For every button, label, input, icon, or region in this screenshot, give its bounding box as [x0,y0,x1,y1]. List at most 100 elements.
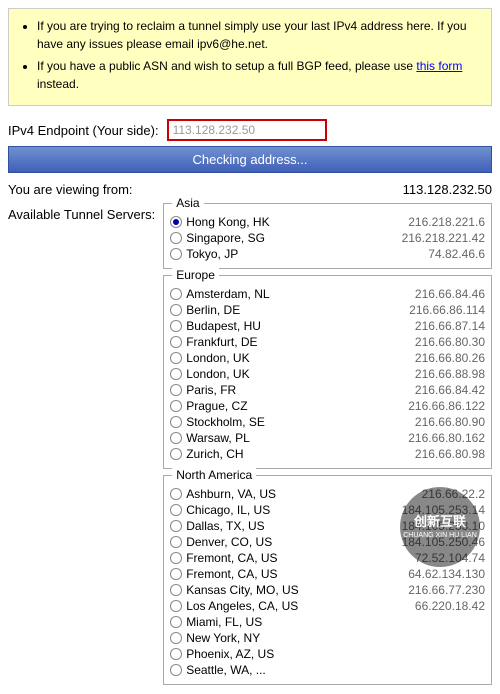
radio-button[interactable] [170,584,182,596]
server-row[interactable]: Frankfurt, DE 216.66.80.30 [170,334,485,350]
radio-button[interactable] [170,400,182,412]
radio-button[interactable] [170,248,182,260]
server-ip: 216.66.77.230 [408,583,485,597]
server-name: Seattle, WA, ... [186,663,266,677]
endpoint-row: IPv4 Endpoint (Your side): [0,114,500,146]
region-box-europe: EuropeAmsterdam, NL216.66.84.46Berlin, D… [163,275,492,469]
server-row[interactable]: Hong Kong, HK 216.218.221.6 [170,214,485,230]
server-row[interactable]: Zurich, CH 216.66.80.98 [170,446,485,462]
info-line-1: If you are trying to reclaim a tunnel si… [37,17,481,53]
endpoint-label: IPv4 Endpoint (Your side): [8,123,159,138]
radio-button[interactable] [170,232,182,244]
server-row[interactable]: Miami, FL, US [170,614,485,630]
radio-button[interactable] [170,648,182,660]
check-button[interactable]: Checking address... [8,146,492,173]
this-form-link[interactable]: this form [416,59,462,73]
server-name: Kansas City, MO, US [186,583,298,597]
server-ip: 216.66.80.90 [415,415,485,429]
server-ip: 216.218.221.42 [402,231,485,245]
radio-button[interactable] [170,448,182,460]
server-name: Fremont, CA, US [186,551,277,565]
server-row[interactable]: Los Angeles, CA, US66.220.18.42 [170,598,485,614]
info-box: If you are trying to reclaim a tunnel si… [8,8,492,106]
radio-button[interactable] [170,416,182,428]
server-row[interactable]: Amsterdam, NL 216.66.84.46 [170,286,485,302]
server-ip: 216.66.80.30 [415,335,485,349]
server-row[interactable]: Kansas City, MO, US 216.66.77.230 [170,582,485,598]
server-name: Singapore, SG [186,231,265,245]
servers-container: AsiaHong Kong, HK216.218.221.6Singapore,… [163,203,492,691]
radio-button[interactable] [170,536,182,548]
server-row[interactable]: Budapest, HU 216.66.87.14 [170,318,485,334]
server-name: Stockholm, SE [186,415,265,429]
server-row[interactable]: Seattle, WA, ... [170,662,485,678]
radio-button[interactable] [170,552,182,564]
region-title: Asia [172,196,203,210]
server-row[interactable]: Paris, FR 216.66.84.42 [170,382,485,398]
server-ip: 216.66.87.14 [415,319,485,333]
server-row[interactable]: London, UK 216.66.88.98 [170,366,485,382]
server-ip: 216.66.86.114 [409,303,485,317]
server-row[interactable]: Warsaw, PL 216.66.80.162 [170,430,485,446]
server-row[interactable]: Singapore, SG 216.218.221.42 [170,230,485,246]
server-name: Warsaw, PL [186,431,250,445]
server-name: Budapest, HU [186,319,261,333]
radio-button[interactable] [170,336,182,348]
server-row[interactable]: London, UK 216.66.80.26 [170,350,485,366]
server-name: Phoenix, AZ, US [186,647,274,661]
viewing-label: You are viewing from: [8,182,133,197]
info-line-2: If you have a public ASN and wish to set… [37,57,481,93]
radio-button[interactable] [170,632,182,644]
server-ip: 216.218.221.6 [408,215,485,229]
server-name: Hong Kong, HK [186,215,269,229]
radio-button[interactable] [170,304,182,316]
radio-button[interactable] [170,488,182,500]
server-ip: 216.66.88.98 [415,367,485,381]
server-name: Amsterdam, NL [186,287,269,301]
radio-button[interactable] [170,600,182,612]
radio-button[interactable] [170,520,182,532]
server-ip: 216.66.80.162 [408,431,485,445]
server-name: Prague, CZ [186,399,247,413]
server-row[interactable]: Tokyo, JP74.82.46.6 [170,246,485,262]
server-ip: 64.62.134.130 [408,567,485,581]
radio-button[interactable] [170,352,182,364]
endpoint-input[interactable] [167,119,327,141]
watermark: 创新互联 CHUANG XIN HU LIAN [400,487,480,567]
server-row[interactable]: Berlin, DE216.66.86.114 [170,302,485,318]
radio-button[interactable] [170,288,182,300]
radio-button[interactable] [170,568,182,580]
server-name: Los Angeles, CA, US [186,599,298,613]
server-name: Paris, FR [186,383,236,397]
server-name: Ashburn, VA, US [186,487,276,501]
radio-button[interactable] [170,432,182,444]
server-name: Chicago, IL, US [186,503,270,517]
radio-button[interactable] [170,216,182,228]
server-name: Miami, FL, US [186,615,262,629]
radio-button[interactable] [170,368,182,380]
server-ip: 216.66.80.98 [415,447,485,461]
server-ip: 216.66.84.46 [415,287,485,301]
radio-button[interactable] [170,320,182,332]
available-label: Available Tunnel Servers: [8,203,155,691]
server-row[interactable]: Stockholm, SE 216.66.80.90 [170,414,485,430]
server-name: Tokyo, JP [186,247,238,261]
server-name: London, UK [186,367,249,381]
region-title: North America [172,468,256,482]
region-title: Europe [172,268,219,282]
server-name: London, UK [186,351,249,365]
server-name: Frankfurt, DE [186,335,257,349]
server-row[interactable]: Prague, CZ 216.66.86.122 [170,398,485,414]
radio-button[interactable] [170,504,182,516]
server-name: Denver, CO, US [186,535,272,549]
server-name: Zurich, CH [186,447,243,461]
server-row[interactable]: Phoenix, AZ, US [170,646,485,662]
radio-button[interactable] [170,384,182,396]
server-row[interactable]: New York, NY [170,630,485,646]
server-row[interactable]: Fremont, CA, US64.62.134.130 [170,566,485,582]
server-ip: 216.66.86.122 [408,399,485,413]
radio-button[interactable] [170,616,182,628]
server-ip: 216.66.84.42 [415,383,485,397]
server-ip: 216.66.80.26 [415,351,485,365]
radio-button[interactable] [170,664,182,676]
